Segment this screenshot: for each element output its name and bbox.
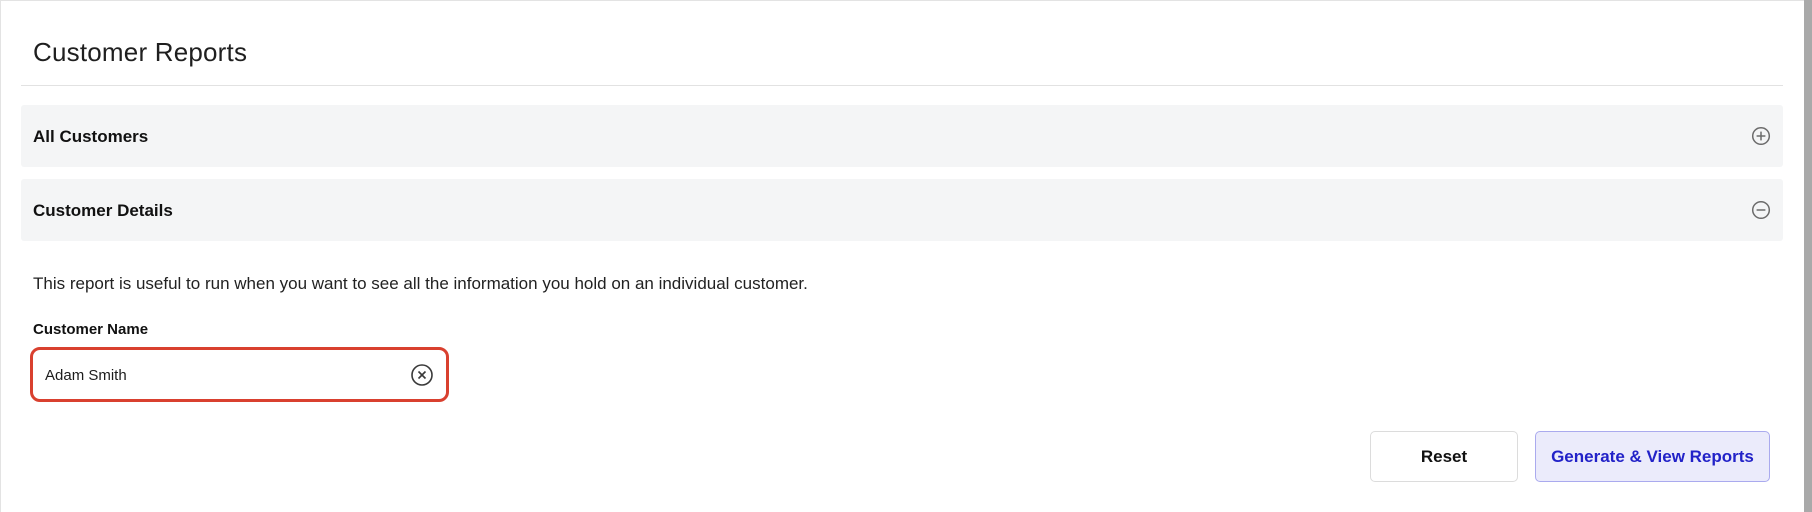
report-description: This report is useful to run when you wa… (33, 274, 808, 293)
accordion-all-customers[interactable]: All Customers (21, 105, 1783, 167)
accordion-label: All Customers (33, 127, 149, 146)
accordion-label: Customer Details (33, 201, 173, 220)
customer-name-field (30, 347, 449, 402)
report-page: Customer Reports All Customers Customer … (0, 0, 1812, 512)
reset-button[interactable]: Reset (1370, 431, 1518, 482)
customer-name-label: Customer Name (33, 321, 149, 338)
clear-circle-icon[interactable] (410, 363, 434, 387)
customer-name-input[interactable] (45, 362, 385, 388)
scrollbar[interactable] (1804, 0, 1812, 512)
accordion-customer-details[interactable]: Customer Details (21, 179, 1783, 241)
plus-circle-icon[interactable] (1751, 126, 1771, 146)
generate-view-reports-button[interactable]: Generate & View Reports (1535, 431, 1770, 482)
page-title: Customer Reports (33, 37, 248, 67)
minus-circle-icon[interactable] (1751, 200, 1771, 220)
title-divider (21, 85, 1783, 86)
